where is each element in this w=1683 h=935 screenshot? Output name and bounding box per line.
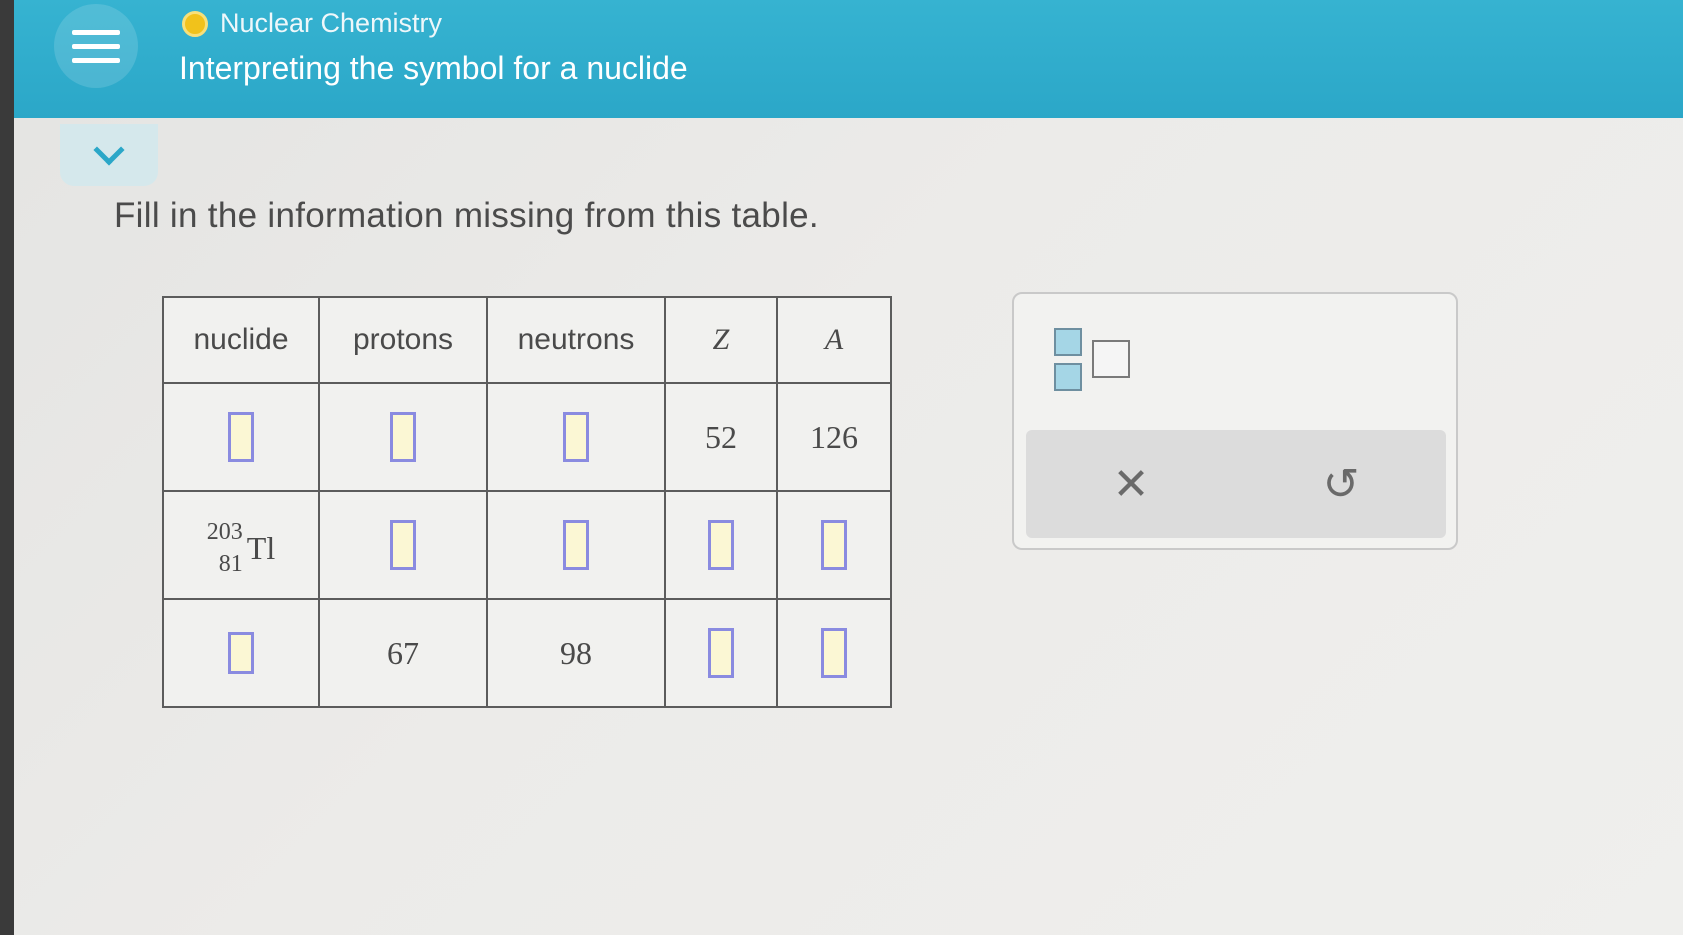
collapse-button[interactable]	[60, 124, 158, 186]
hamburger-icon	[72, 43, 120, 49]
cell-z-1: 52	[664, 382, 778, 492]
screen: Nuclear Chemistry Interpreting the symbo…	[14, 0, 1683, 935]
table-row: 203 81 Tl	[162, 490, 892, 600]
protons-input[interactable]	[390, 520, 416, 570]
cell-a-1: 126	[776, 382, 892, 492]
subscript-box-icon	[1054, 363, 1082, 391]
palette-actions: ✕ ↺	[1026, 430, 1446, 538]
mass-number: 203	[206, 519, 243, 545]
a-input[interactable]	[821, 520, 847, 570]
cell-a-2	[776, 490, 892, 600]
cell-z-2	[664, 490, 778, 600]
nuclide-template-button[interactable]	[1054, 328, 1134, 398]
hamburger-icon	[72, 57, 120, 63]
cell-neutrons-2	[486, 490, 666, 600]
undo-button[interactable]: ↺	[1311, 454, 1371, 514]
nuclide-input[interactable]	[228, 412, 254, 462]
header-protons: protons	[318, 296, 488, 384]
table-header-row: nuclide protons neutrons Z A	[162, 296, 892, 384]
status-dot-icon	[182, 10, 208, 37]
header-neutrons: neutrons	[486, 296, 666, 384]
header-z: Z	[664, 296, 778, 384]
menu-button[interactable]	[54, 4, 138, 88]
header-a: A	[776, 296, 892, 384]
nuclide-table: nuclide protons neutrons Z A 52 126 203 …	[162, 296, 892, 708]
topic-row: Nuclear Chemistry	[182, 8, 442, 39]
z-input[interactable]	[708, 520, 734, 570]
neutrons-input[interactable]	[563, 520, 589, 570]
topic-label: Nuclear Chemistry	[220, 8, 443, 38]
symbol-box-icon	[1092, 340, 1130, 378]
table-row: 67 98	[162, 598, 892, 708]
atomic-number: 81	[218, 551, 243, 577]
nuclide-symbol: 203 81 Tl	[207, 516, 275, 580]
cell-nuclide-2: 203 81 Tl	[162, 490, 320, 600]
chevron-down-icon	[93, 134, 125, 166]
cell-z-3	[664, 598, 778, 708]
cell-protons-3: 67	[318, 598, 488, 708]
header-bar: Nuclear Chemistry Interpreting the symbo…	[14, 0, 1683, 118]
answer-palette: ✕ ↺	[1012, 292, 1458, 550]
close-icon: ✕	[1112, 459, 1150, 509]
element-symbol: Tl	[246, 529, 276, 566]
neutrons-input[interactable]	[563, 412, 589, 462]
cell-protons-1	[318, 382, 488, 492]
undo-icon: ↺	[1322, 459, 1360, 509]
hamburger-icon	[72, 29, 120, 35]
header-nuclide: nuclide	[162, 296, 320, 384]
superscript-box-icon	[1054, 328, 1082, 356]
z-input[interactable]	[708, 628, 734, 678]
cell-neutrons-1	[486, 382, 666, 492]
nuclide-input[interactable]	[228, 632, 254, 675]
page-title: Interpreting the symbol for a nuclide	[179, 50, 688, 86]
table-row: 52 126	[162, 382, 892, 492]
protons-input[interactable]	[390, 412, 416, 462]
cell-nuclide-3	[162, 598, 320, 708]
cell-neutrons-3: 98	[486, 598, 666, 708]
cell-a-3	[776, 598, 892, 708]
cell-protons-2	[318, 490, 488, 600]
question-prompt: Fill in the information missing from thi…	[114, 196, 819, 235]
cell-nuclide-1	[162, 382, 320, 492]
clear-button[interactable]: ✕	[1101, 454, 1161, 514]
a-input[interactable]	[821, 628, 847, 678]
